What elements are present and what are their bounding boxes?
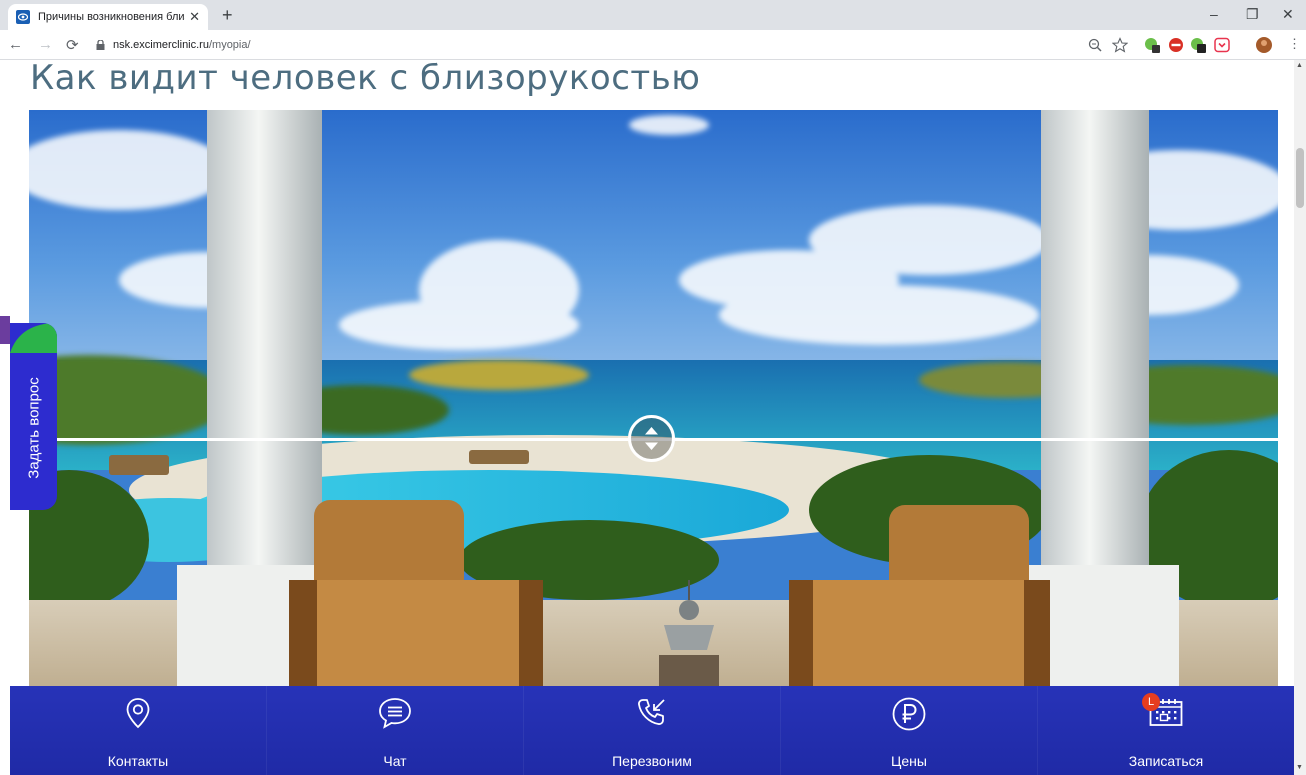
myopia-comparison-image xyxy=(29,110,1278,688)
nav-book-appointment[interactable]: L Записаться xyxy=(1038,686,1294,775)
browser-tab[interactable]: Причины возникновения близо ✕ xyxy=(8,4,208,30)
nav-prices[interactable]: Цены xyxy=(781,686,1038,775)
nav-callback-label: Перезвоним xyxy=(612,753,692,769)
browser-toolbar: ← → ⟳ nsk.excimerclinic.ru/myopia/ ⋮ xyxy=(0,30,1306,60)
scroll-down-arrow-icon[interactable]: ▼ xyxy=(1296,764,1303,771)
page-scrollbar[interactable]: ▲ ▼ xyxy=(1294,60,1306,775)
callback-phone-icon xyxy=(638,699,665,725)
reload-icon[interactable]: ⟳ xyxy=(66,36,79,54)
lock-icon xyxy=(96,40,105,50)
notification-badge-icon: L xyxy=(1142,693,1160,711)
ask-question-tab[interactable]: Задать вопрос xyxy=(10,323,57,510)
extension-adblock-icon[interactable] xyxy=(1168,37,1184,53)
nav-contacts-label: Контакты xyxy=(107,753,169,769)
url-path: /myopia/ xyxy=(208,39,251,51)
address-bar[interactable]: nsk.excimerclinic.ru/myopia/ xyxy=(96,34,1136,56)
close-window-button[interactable]: ✕ xyxy=(1282,6,1294,23)
zoom-icon[interactable] xyxy=(1087,37,1103,53)
bookmark-star-icon[interactable] xyxy=(1112,37,1128,53)
site-favicon-icon xyxy=(16,10,30,24)
extension-evernote-icon[interactable] xyxy=(1144,37,1160,53)
scroll-up-arrow-icon[interactable]: ▲ xyxy=(1296,62,1303,69)
chat-bubble-icon xyxy=(379,698,411,729)
nav-book-appointment-label: Записаться xyxy=(1128,753,1204,769)
side-tab-decoration xyxy=(0,316,10,344)
url-host: nsk.excimerclinic.ru xyxy=(113,39,209,51)
extension-green-icon[interactable] xyxy=(1190,37,1206,53)
browser-menu-icon[interactable]: ⋮ xyxy=(1288,36,1301,52)
page-title: Как видит человек с близорукостью xyxy=(30,58,701,98)
ruble-icon xyxy=(892,697,926,731)
browser-tabstrip: Причины возникновения близо ✕ + – ❐ ✕ xyxy=(0,0,1306,30)
nav-callback[interactable]: Перезвоним xyxy=(524,686,781,775)
nav-chat[interactable]: Чат xyxy=(267,686,524,775)
minimize-button[interactable]: – xyxy=(1210,6,1218,22)
comparison-slider-handle[interactable] xyxy=(628,415,675,462)
extension-pocket-icon[interactable] xyxy=(1214,37,1230,53)
forward-arrow-icon[interactable]: → xyxy=(38,36,53,53)
nav-chat-label: Чат xyxy=(383,753,407,769)
scrollbar-thumb[interactable] xyxy=(1296,148,1304,208)
maximize-button[interactable]: ❐ xyxy=(1246,6,1259,23)
ask-tab-corner-icon xyxy=(10,323,57,353)
location-pin-icon xyxy=(126,698,150,729)
profile-avatar-icon[interactable] xyxy=(1256,37,1272,53)
back-arrow-icon[interactable]: ← xyxy=(8,36,23,53)
tab-close-icon[interactable]: ✕ xyxy=(189,9,200,25)
nav-prices-label: Цены xyxy=(891,753,927,769)
bottom-navigation-bar: Контакты Чат Перезвоним Цены L Записатьс… xyxy=(10,686,1294,775)
ask-question-label: Задать вопрос xyxy=(25,377,42,479)
nav-contacts[interactable]: Контакты xyxy=(10,686,267,775)
resort-scene-illustration xyxy=(29,110,1278,688)
up-down-arrows-icon xyxy=(645,427,658,450)
new-tab-button[interactable]: + xyxy=(222,5,233,26)
tab-title: Причины возникновения близо xyxy=(38,11,186,23)
